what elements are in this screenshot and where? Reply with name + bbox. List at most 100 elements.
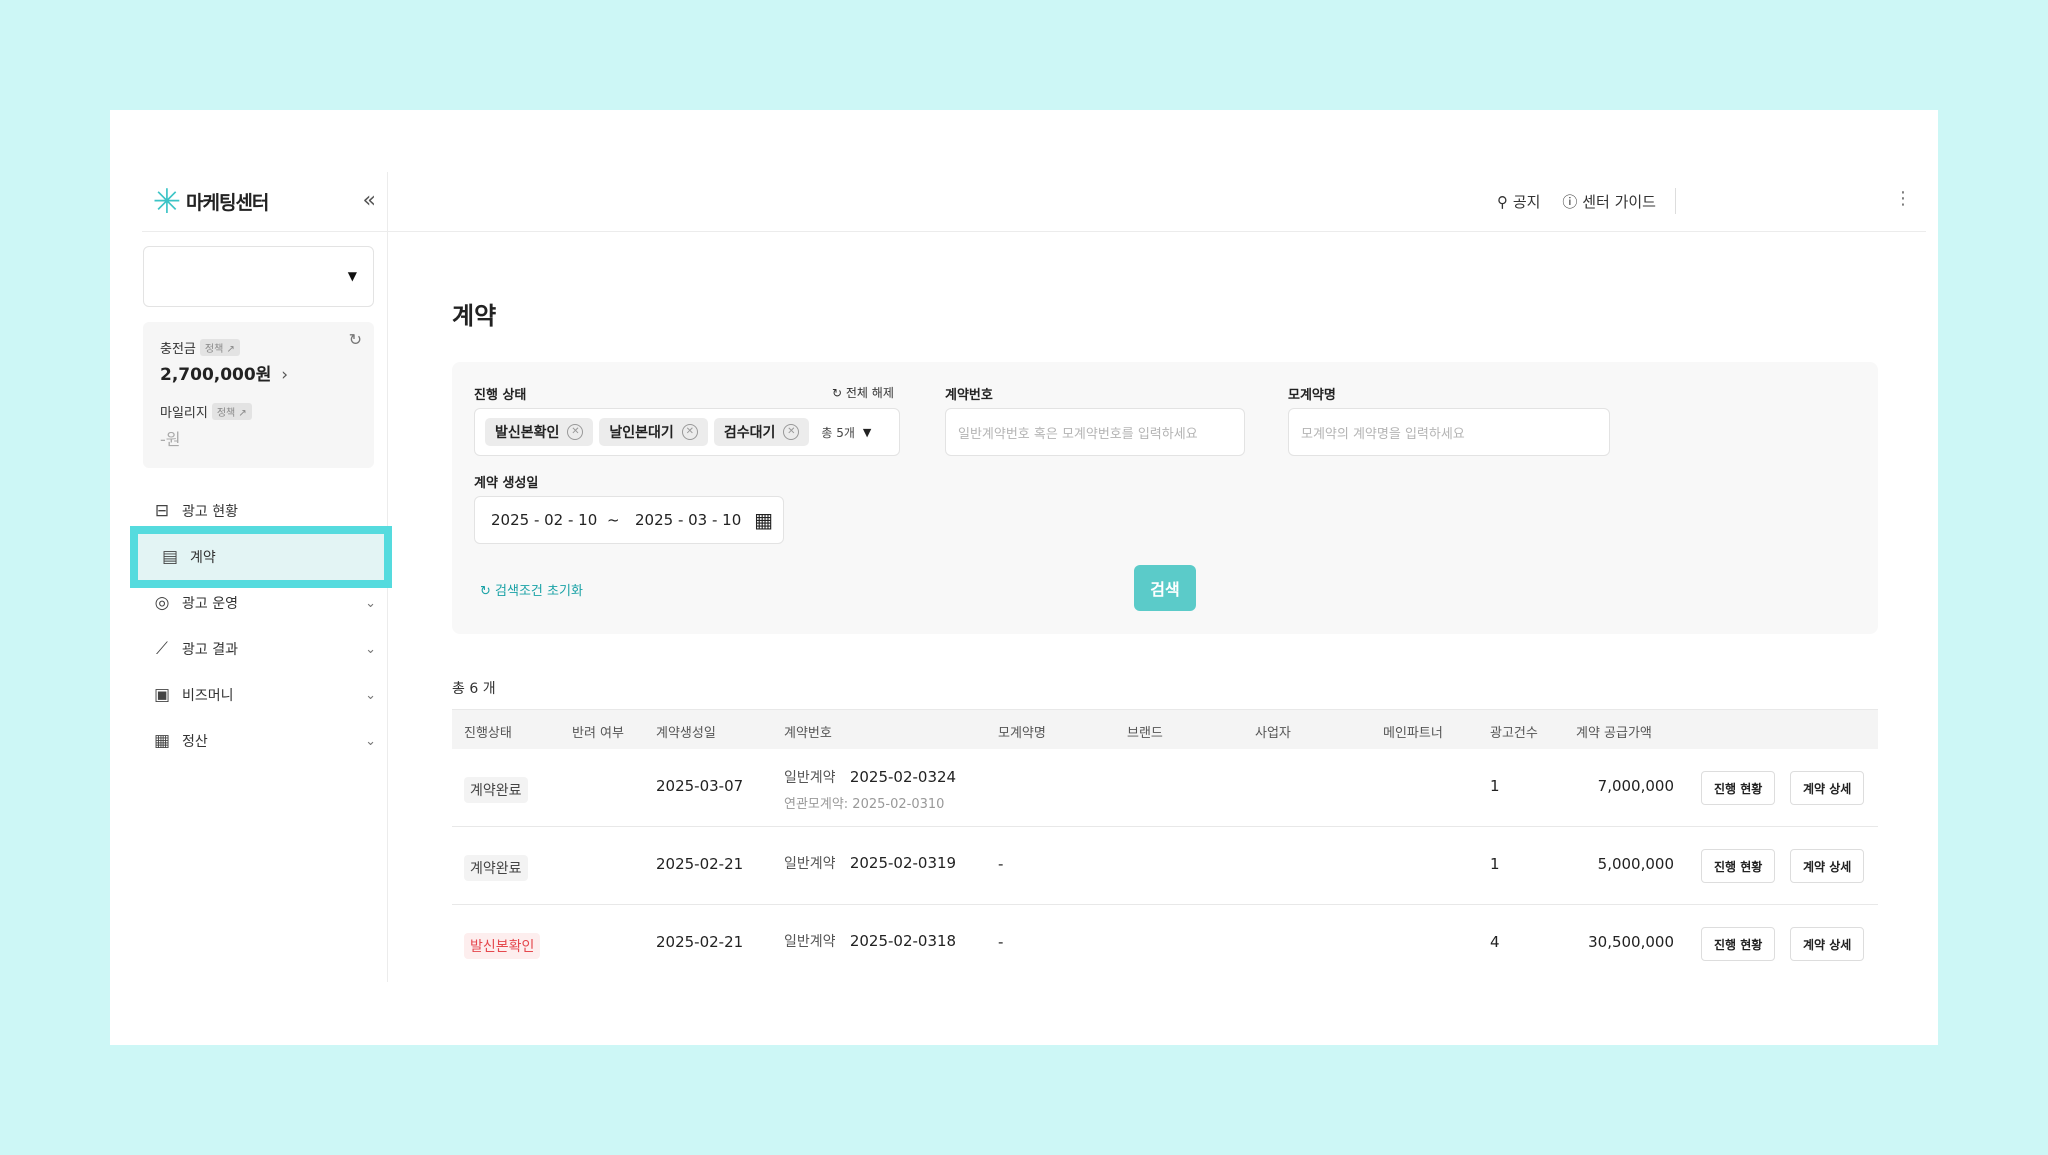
sidebar-item-ad-result[interactable]: ⟋ 광고 결과 ⌄ — [130, 626, 392, 672]
th-created: 계약생성일 — [656, 726, 716, 741]
charge-label-row: 충전금 정책 ↗ — [160, 338, 240, 357]
chevron-down-icon: ⌄ — [365, 733, 376, 749]
status-chip: 검수대기 ✕ — [713, 418, 810, 446]
created-date: 2025-03-07 — [656, 777, 744, 795]
pin-icon: ⚲ — [1497, 193, 1509, 211]
status-multiselect[interactable]: 발신본확인 ✕ 날인본대기 ✕ 검수대기 ✕ 총 5개 ▼ — [474, 408, 900, 456]
date-range-picker[interactable]: 2025 - 02 - 10 ~ 2025 - 03 - 10 ▦ — [474, 496, 784, 544]
sidebar-item-ad-operation[interactable]: ◎ 광고 운영 ⌄ — [130, 580, 392, 626]
account-select[interactable]: ▼ — [143, 246, 374, 307]
date-to: 2025 - 03 - 10 — [635, 511, 742, 529]
contract-no-label: 계약번호 — [945, 388, 993, 403]
contract-icon: ▤ — [161, 547, 179, 567]
th-rejected: 반려 여부 — [572, 726, 624, 741]
status-label: 진행 상태 — [474, 388, 527, 403]
reset-all-button[interactable]: ↻ 전체 해제 — [832, 384, 894, 401]
mileage-label: 마일리지 — [160, 406, 208, 421]
ad-count: 1 — [1490, 777, 1500, 795]
more-vertical-icon[interactable]: ⋮ — [1894, 188, 1912, 209]
contract-no-placeholder: 일반계약번호 혹은 모계약번호를 입력하세요 — [958, 427, 1198, 442]
progress-button[interactable]: 진행 현황 — [1701, 771, 1776, 805]
contract-no: 일반계약 2025-02-0324 — [784, 768, 957, 786]
parent-name: - — [998, 933, 1004, 951]
refresh-icon[interactable]: ↻ — [349, 330, 362, 349]
detail-button[interactable]: 계약 상세 — [1790, 849, 1865, 883]
th-main-partner: 메인파트너 — [1383, 726, 1443, 741]
logo-text: 마케팅센터 — [186, 192, 269, 214]
top-links: ⚲ 공지 ⓘ 센터 가이드 — [1497, 191, 1656, 212]
chevron-right-icon: › — [281, 365, 289, 385]
th-status: 진행상태 — [464, 726, 512, 741]
wallet-icon: ▣ — [153, 685, 171, 705]
status-badge: 발신본확인 — [464, 933, 541, 959]
guide-link[interactable]: ⓘ 센터 가이드 — [1562, 191, 1656, 212]
close-icon[interactable]: ✕ — [681, 424, 698, 440]
table-row: 발신본확인 2025-02-21 일반계약 2025-02-0318 - 4 3… — [452, 905, 1878, 983]
progress-button[interactable]: 진행 현황 — [1701, 849, 1776, 883]
close-icon[interactable]: ✕ — [567, 424, 584, 440]
contract-no-input[interactable]: 일반계약번호 혹은 모계약번호를 입력하세요 — [945, 408, 1245, 456]
chevron-down-icon: ⌄ — [365, 641, 376, 657]
filter-panel: 진행 상태 ↻ 전체 해제 발신본확인 ✕ 날인본대기 ✕ 검수대기 ✕ 총 5개 ▼… — [452, 362, 1878, 634]
th-business: 사업자 — [1255, 726, 1291, 741]
page-title: 계약 — [452, 302, 497, 330]
chevron-down-icon: ⌄ — [365, 687, 376, 703]
chevrons-left-icon[interactable]: « — [363, 188, 376, 213]
parent-name-label: 모계약명 — [1288, 388, 1336, 403]
sidebar-item-bizmoney[interactable]: ▣ 비즈머니 ⌄ — [130, 672, 392, 718]
calendar-icon[interactable]: ▦ — [754, 508, 773, 532]
chart-line-icon: ⟋ — [156, 639, 168, 659]
reset-conditions-button[interactable]: ↻ 검색조건 초기화 — [480, 580, 583, 599]
balance-card: ↻ 충전금 정책 ↗ 2,700,000원 › 마일리지 정책 ↗ -원 — [143, 322, 374, 468]
contract-no: 일반계약 2025-02-0318 — [784, 932, 957, 950]
detail-button[interactable]: 계약 상세 — [1790, 771, 1865, 805]
charge-value[interactable]: 2,700,000원 › — [160, 360, 288, 385]
notice-link[interactable]: ⚲ 공지 — [1497, 191, 1540, 212]
caret-down-icon: ▼ — [862, 425, 872, 439]
refresh-icon: ↻ — [832, 386, 843, 400]
close-icon[interactable]: ✕ — [783, 424, 800, 440]
table-row: 계약완료 2025-02-21 일반계약 2025-02-0319 - 1 5,… — [452, 827, 1878, 905]
date-label: 계약 생성일 — [474, 476, 539, 491]
th-contract-no: 계약번호 — [784, 726, 832, 741]
th-brand: 브랜드 — [1127, 726, 1163, 741]
created-date: 2025-02-21 — [656, 855, 744, 873]
status-chips: 발신본확인 ✕ 날인본대기 ✕ 검수대기 ✕ 총 5개 ▼ — [485, 418, 871, 446]
ad-status-icon: ⊟ — [154, 501, 170, 521]
sidebar-nav: ⊟ 광고 현황 ▤ 계약 ◎ 광고 운영 ⌄ ⟋ 광고 결과 ⌄ ▣ 비즈머니 … — [130, 488, 392, 764]
contract-no: 일반계약 2025-02-0319 — [784, 854, 957, 872]
parent-name: - — [998, 855, 1004, 873]
th-ad-count: 광고건수 — [1490, 726, 1538, 741]
created-date: 2025-02-21 — [656, 933, 744, 951]
header-divider — [1675, 188, 1676, 214]
table-header: 진행상태 반려 여부 계약생성일 계약번호 모계약명 브랜드 사업자 메인파트너… — [452, 709, 1878, 749]
total-count: 총 6 개 — [452, 681, 496, 697]
amount: 5,000,000 — [1597, 855, 1674, 873]
th-parent-name: 모계약명 — [998, 726, 1046, 741]
help-circle-icon: ⓘ — [1562, 193, 1578, 211]
amount: 7,000,000 — [1597, 777, 1674, 795]
charge-policy-link[interactable]: 정책 ↗ — [199, 339, 240, 356]
parent-name-input[interactable]: 모계약의 계약명을 입력하세요 — [1288, 408, 1610, 456]
detail-button[interactable]: 계약 상세 — [1790, 927, 1865, 961]
sidebar-item-contract[interactable]: ▤ 계약 — [130, 526, 392, 588]
refresh-icon: ↻ — [480, 584, 491, 599]
chip-count: 총 5개 — [821, 425, 855, 440]
logo-icon: ✳ — [152, 181, 182, 222]
search-button[interactable]: 검색 — [1134, 565, 1196, 611]
date-separator: ~ — [607, 511, 620, 529]
parent-name-placeholder: 모계약의 계약명을 입력하세요 — [1301, 427, 1465, 442]
mileage-policy-link[interactable]: 정책 ↗ — [211, 403, 252, 420]
linked-parent: 연관모계약: 2025-02-0310 — [784, 797, 945, 812]
progress-button[interactable]: 진행 현황 — [1701, 927, 1776, 961]
sidebar-item-settlement[interactable]: ▦ 정산 ⌄ — [130, 718, 392, 764]
top-bar: ⚲ 공지 ⓘ 센터 가이드 ⋮ — [388, 172, 1926, 232]
ad-count: 4 — [1490, 933, 1500, 951]
caret-down-icon: ▼ — [347, 269, 357, 283]
receipt-icon: ▦ — [153, 731, 171, 751]
status-chip: 발신본확인 ✕ — [485, 418, 594, 446]
mileage-value: -원 — [160, 430, 181, 449]
logo-row: ✳ 마케팅센터 « — [142, 172, 388, 232]
date-from: 2025 - 02 - 10 — [491, 511, 598, 529]
table-row: 계약완료 2025-03-07 일반계약 2025-02-0324 연관모계약:… — [452, 749, 1878, 827]
